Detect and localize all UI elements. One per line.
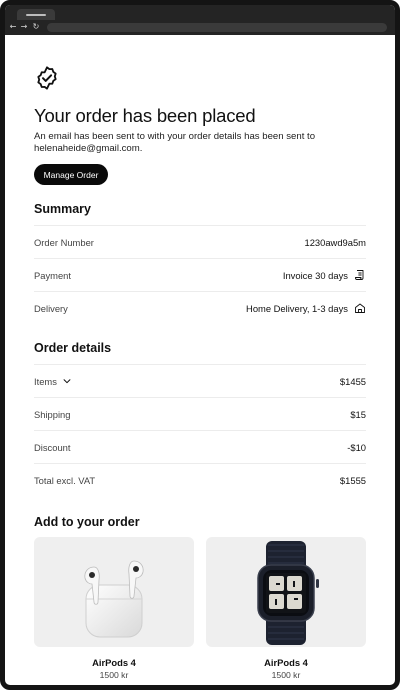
product-name: AirPods 4: [264, 657, 308, 668]
details-row-shipping: Shipping $15: [34, 397, 366, 430]
invoice-icon: [355, 270, 364, 280]
product-price: 1500 kr: [271, 670, 301, 680]
payment-value-group: Invoice 30 days: [283, 269, 366, 281]
chevron-down-icon[interactable]: [62, 376, 72, 386]
discount-label: Discount: [34, 441, 71, 453]
address-bar[interactable]: [47, 23, 387, 32]
watch-image: [257, 541, 319, 645]
product-name: AirPods 4: [92, 657, 136, 668]
browser-window: ← → ↻ Your order has been placed An emai…: [0, 0, 400, 690]
delivery-value-group: Home Delivery, 1-3 days: [246, 302, 366, 314]
back-arrow-icon[interactable]: ←: [8, 21, 18, 33]
browser-chrome: ← → ↻: [5, 5, 395, 35]
details-row-discount: Discount -$10: [34, 430, 366, 463]
page-title: Your order has been placed: [34, 105, 256, 126]
browser-nav-row: ← → ↻: [5, 21, 395, 35]
details-row-items[interactable]: Items $1455: [34, 364, 366, 397]
shipping-label: Shipping: [34, 408, 71, 420]
confirmation-message: An email has been sent to with your orde…: [34, 131, 316, 154]
delivery-label: Delivery: [34, 302, 68, 314]
payment-label: Payment: [34, 269, 71, 281]
discount-value: -$10: [347, 441, 366, 453]
product-price: 1500 kr: [99, 670, 129, 680]
manage-order-button[interactable]: Manage Order: [34, 164, 108, 185]
reload-icon[interactable]: ↻: [31, 21, 41, 33]
payment-value: Invoice 30 days: [282, 269, 348, 281]
items-value: $1455: [339, 375, 366, 387]
total-label: Total excl. VAT: [34, 474, 96, 486]
summary-row-payment: Payment Invoice 30 days: [34, 258, 366, 291]
product-image-airpods[interactable]: [34, 537, 194, 647]
order-number-value: 1230awd9a5m: [304, 236, 366, 248]
delivery-value: Home Delivery, 1-3 days: [246, 302, 348, 314]
summary-row-delivery: Delivery Home Delivery, 1-3 days: [34, 291, 366, 324]
items-toggle[interactable]: Items: [34, 376, 72, 387]
details-row-total: Total excl. VAT $1555: [34, 463, 366, 496]
order-details-heading: Order details: [34, 341, 112, 355]
order-number-label: Order Number: [34, 236, 94, 248]
items-label: Items: [34, 375, 57, 387]
product-image-watch[interactable]: [206, 537, 366, 647]
total-value: $1555: [339, 474, 366, 486]
airpods-image: [84, 560, 144, 638]
summary-row-order-number: Order Number 1230awd9a5m: [34, 225, 366, 258]
verified-badge-icon: [37, 66, 57, 90]
shipping-value: $15: [350, 408, 366, 420]
forward-arrow-icon[interactable]: →: [19, 21, 29, 33]
add-to-order-button[interactable]: [84, 686, 144, 690]
browser-tab[interactable]: [17, 9, 55, 20]
add-to-order-button[interactable]: [256, 686, 316, 690]
summary-heading: Summary: [34, 202, 91, 216]
product-card[interactable]: AirPods 4 1500 kr: [34, 537, 194, 680]
upsell-product-list: AirPods 4 1500 kr AirPods 4 1500 kr: [34, 537, 366, 685]
home-icon: [355, 303, 365, 313]
product-card[interactable]: AirPods 4 1500 kr: [206, 537, 366, 680]
upsell-heading: Add to your order: [34, 515, 140, 529]
